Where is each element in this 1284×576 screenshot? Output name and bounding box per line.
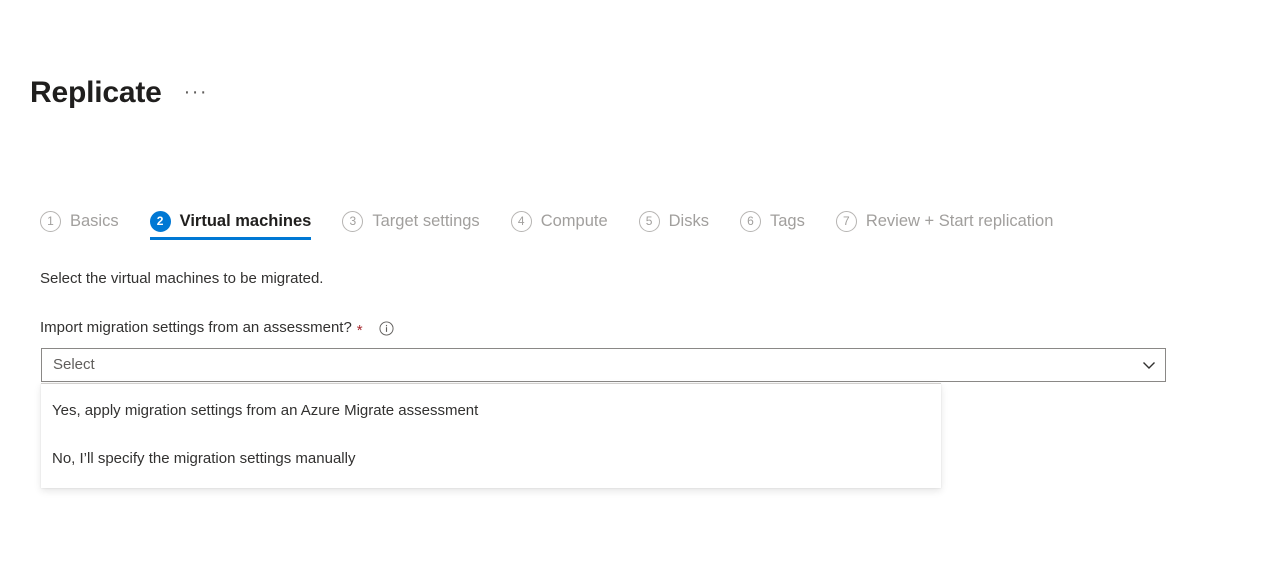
- tab-label: Basics: [70, 213, 119, 230]
- tab-compute[interactable]: 4 Compute: [511, 203, 608, 239]
- info-icon[interactable]: [379, 321, 394, 336]
- step-number-badge: 6: [740, 211, 761, 232]
- option-spacer: [41, 430, 941, 440]
- chevron-down-icon[interactable]: [1133, 349, 1165, 381]
- tab-label: Target settings: [372, 213, 479, 230]
- import-settings-dropdown[interactable]: Select: [41, 348, 1166, 382]
- tab-target-settings[interactable]: 3 Target settings: [342, 203, 479, 239]
- tab-disks[interactable]: 5 Disks: [639, 203, 709, 239]
- dropdown-selected-value: Select: [42, 355, 1133, 375]
- tab-basics[interactable]: 1 Basics: [40, 203, 119, 239]
- step-number-badge: 3: [342, 211, 363, 232]
- tab-virtual-machines[interactable]: 2 Virtual machines: [150, 203, 312, 239]
- active-tab-underline: [150, 237, 312, 240]
- wizard-tab-list: 1 Basics 2 Virtual machines 3 Target set…: [40, 203, 1053, 245]
- step-number-badge: 5: [639, 211, 660, 232]
- more-options-icon[interactable]: ···: [184, 82, 208, 102]
- tab-label: Virtual machines: [180, 213, 312, 230]
- tab-tags[interactable]: 6 Tags: [740, 203, 805, 239]
- page-title: Replicate: [30, 78, 162, 108]
- step-number-badge: 4: [511, 211, 532, 232]
- page-header: Replicate ···: [30, 78, 208, 108]
- step-number-badge: 7: [836, 211, 857, 232]
- tab-label: Tags: [770, 213, 805, 230]
- tab-label: Review + Start replication: [866, 213, 1054, 230]
- tab-review-start-replication[interactable]: 7 Review + Start replication: [836, 203, 1054, 239]
- field-label-row: Import migration settings from an assess…: [40, 318, 394, 338]
- required-indicator: *: [357, 323, 363, 338]
- dropdown-option-no[interactable]: No, I’ll specify the migration settings …: [41, 440, 941, 478]
- step-number-badge: 1: [40, 211, 61, 232]
- tab-label: Disks: [669, 213, 709, 230]
- dropdown-options-panel: Yes, apply migration settings from an Az…: [41, 383, 941, 488]
- tab-label: Compute: [541, 213, 608, 230]
- page-description: Select the virtual machines to be migrat…: [40, 269, 323, 289]
- import-settings-label: Import migration settings from an assess…: [40, 318, 352, 338]
- step-number-badge: 2: [150, 211, 171, 232]
- dropdown-option-yes[interactable]: Yes, apply migration settings from an Az…: [41, 392, 941, 430]
